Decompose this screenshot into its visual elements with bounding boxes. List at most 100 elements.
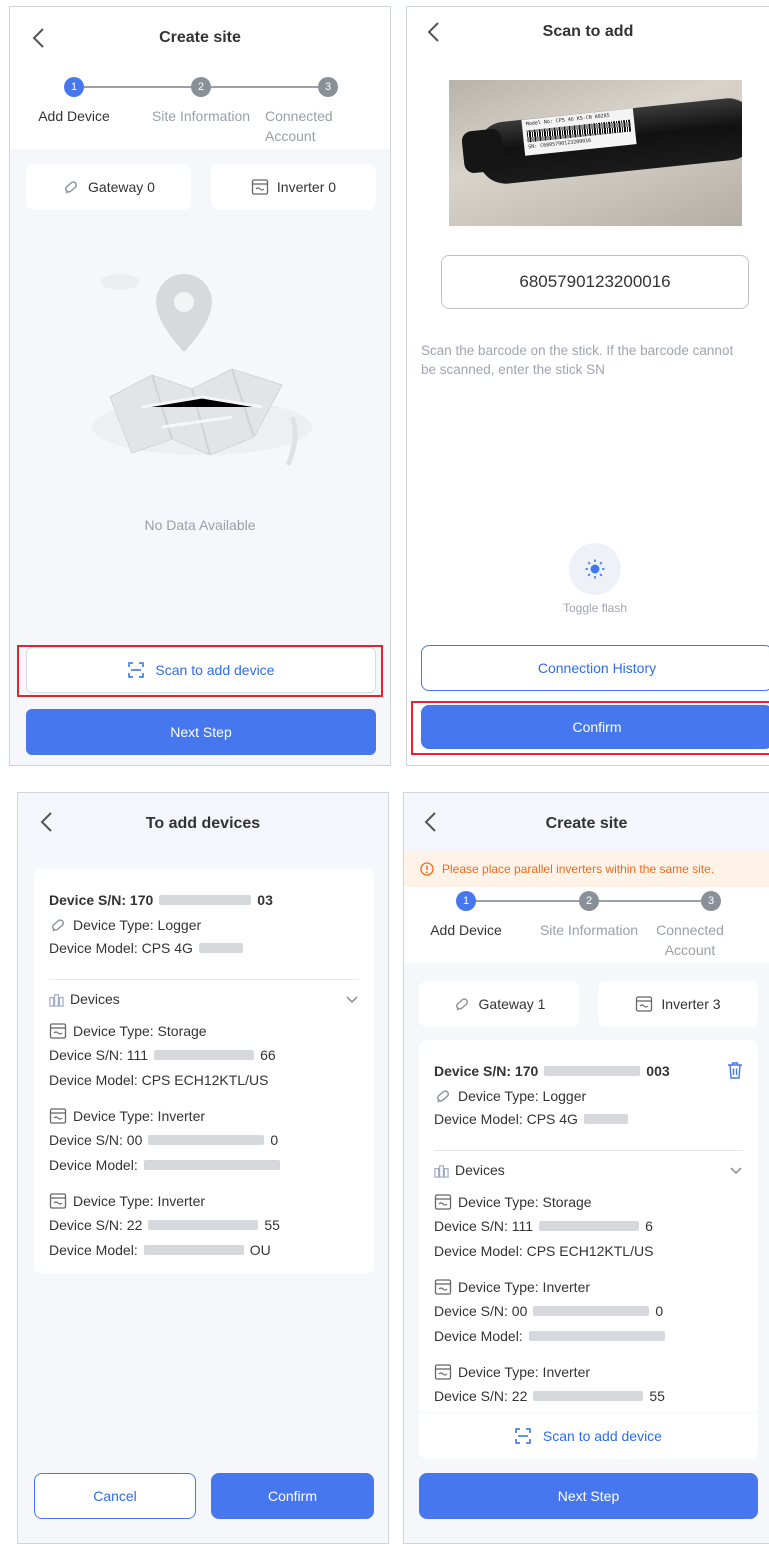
devices-section-label: Devices (455, 1162, 505, 1178)
stepper: 1 2 3 Add Device Site Information Connec… (404, 887, 769, 963)
inverter-icon (636, 996, 653, 1012)
sun-icon (585, 559, 605, 579)
inverter-chip-label: Inverter 0 (276, 179, 337, 195)
devices-group-icon (49, 993, 64, 1007)
empty-state-text: No Data Available (144, 517, 256, 533)
gateway-chip[interactable]: Gateway 0 (26, 164, 191, 210)
page-title: Create site (159, 29, 241, 46)
create-site-screen-filled: Create site Please place parallel invert… (403, 792, 769, 1544)
logger-stick-icon (455, 998, 468, 1011)
logger-sn: Device S/N: 170 003 (434, 1063, 670, 1079)
scan-to-add-device-label: Scan to add device (542, 1428, 662, 1444)
step-1-indicator: 1 (64, 77, 84, 97)
device-model: Device Model: (434, 1328, 665, 1344)
device-type: Device Type: Inverter (49, 1192, 205, 1210)
page-title: Create site (545, 815, 628, 832)
devices-group-icon (434, 1164, 449, 1178)
divider (49, 979, 359, 980)
warning-banner: Please place parallel inverters within t… (404, 851, 769, 887)
logger-stick-icon (437, 1090, 449, 1103)
empty-map-illustration (92, 274, 312, 466)
devices-section-header[interactable]: Devices (49, 991, 359, 1007)
logger-type: Device Type: Logger (434, 1087, 586, 1105)
device-sn: Device S/N: 00 0 (49, 1132, 279, 1148)
logger-type: Device Type: Logger (49, 916, 201, 934)
divider (434, 1150, 743, 1151)
next-step-button[interactable]: Next Step (26, 709, 376, 755)
highlight-box (17, 645, 383, 697)
header: Scan to add (407, 7, 769, 67)
step-3-indicator: 3 (701, 891, 721, 911)
logger-model: Device Model: CPS 4G (49, 940, 243, 956)
stepper: 1 2 3 Add Device Site Information Connec… (10, 71, 390, 149)
confirm-button[interactable]: Confirm (211, 1473, 374, 1519)
device-sn: Device S/N: 22 55 (49, 1217, 280, 1233)
inverter-chip[interactable]: Inverter 0 (211, 164, 376, 210)
next-step-button[interactable]: Next Step (419, 1473, 758, 1519)
step-1-label: Add Device (430, 922, 502, 938)
device-type: Device Type: Storage (49, 1022, 207, 1040)
create-site-screen-empty: Create site 1 2 3 Add Device Site Inform… (9, 6, 391, 766)
logger-sn: Device S/N: 170 03 (49, 892, 273, 908)
chevron-down-icon[interactable] (345, 992, 359, 1006)
scan-hint-text: Scan the barcode on the stick. If the ba… (421, 343, 734, 377)
logger-model: Device Model: CPS 4G (434, 1111, 628, 1127)
connection-history-button[interactable]: Connection History (421, 645, 769, 691)
page-title: To add devices (145, 815, 261, 832)
info-circle-icon (420, 862, 434, 876)
device-sn: Device S/N: 111 6 (434, 1218, 653, 1234)
logger-stick-icon (52, 919, 64, 932)
device-sn: Device S/N: 111 66 (49, 1047, 276, 1063)
toggle-flash-button[interactable] (569, 543, 621, 595)
device-sn: Device S/N: 22 55 (434, 1388, 665, 1404)
inverter-chip[interactable]: Inverter 3 (598, 981, 758, 1027)
cancel-button[interactable]: Cancel (34, 1473, 196, 1519)
header: To add devices (18, 793, 388, 851)
device-type: Device Type: Inverter (434, 1363, 590, 1381)
stick-sn-input[interactable]: 6805790123200016 (441, 255, 749, 309)
devices-section-label: Devices (70, 991, 120, 1007)
step-2-indicator: 2 (191, 77, 211, 97)
scan-to-add-device-button[interactable]: Scan to add device (419, 1413, 758, 1459)
device-type: Device Type: Storage (434, 1193, 592, 1211)
step-2-indicator: 2 (579, 891, 599, 911)
logger-stick-icon (65, 181, 78, 194)
inverter-icon (434, 1364, 452, 1380)
toggle-flash-label: Toggle flash (562, 601, 628, 615)
inverter-icon (251, 179, 269, 195)
device-card: Device S/N: 170 03 Device Type: Logger De… (34, 869, 374, 1274)
device-sn: Device S/N: 00 0 (434, 1303, 664, 1319)
step-2-label: Site Information (539, 922, 639, 938)
inverter-chip-label: Inverter 3 (661, 996, 721, 1012)
devices-section-header[interactable]: Devices (434, 1162, 743, 1178)
trash-icon[interactable] (726, 1061, 744, 1080)
device-model: Device Model: (49, 1157, 280, 1173)
highlight-box (411, 701, 769, 755)
chevron-down-icon[interactable] (729, 1163, 743, 1177)
inverter-icon (49, 1023, 67, 1039)
step-3-label: Connected Account (265, 108, 333, 144)
header: Create site (404, 793, 769, 851)
gateway-chip[interactable]: Gateway 1 (419, 981, 579, 1027)
page-title: Scan to add (542, 23, 634, 40)
camera-preview: Model No: CPS 4G KS-CN A0285 SN: C680579… (449, 80, 742, 226)
device-model: Device Model: CPS ECH12KTL/US (434, 1243, 654, 1259)
scan-to-add-screen: Scan to add Model No: CPS 4G KS-CN A0285… (406, 6, 769, 766)
device-model: Device Model: OU (49, 1242, 271, 1258)
step-connector (589, 900, 711, 902)
step-1-indicator: 1 (456, 891, 476, 911)
scan-frame-icon (515, 1428, 531, 1444)
step-connector (74, 86, 201, 88)
device-type: Device Type: Inverter (49, 1107, 205, 1125)
device-model: Device Model: CPS ECH12KTL/US (49, 1072, 269, 1088)
to-add-devices-screen: To add devices Device S/N: 170 03 Device … (17, 792, 389, 1544)
step-connector (201, 86, 328, 88)
gateway-chip-label: Gateway 1 (478, 996, 546, 1012)
gateway-chip-label: Gateway 0 (88, 179, 155, 195)
step-3-indicator: 3 (318, 77, 338, 97)
inverter-icon (49, 1193, 67, 1209)
device-card: Device S/N: 170 003 Device Type: Logger D… (419, 1040, 758, 1412)
step-connector (466, 900, 589, 902)
warning-text: Please place parallel inverters within t… (442, 862, 715, 876)
step-3-label: Connected Account (656, 922, 724, 958)
